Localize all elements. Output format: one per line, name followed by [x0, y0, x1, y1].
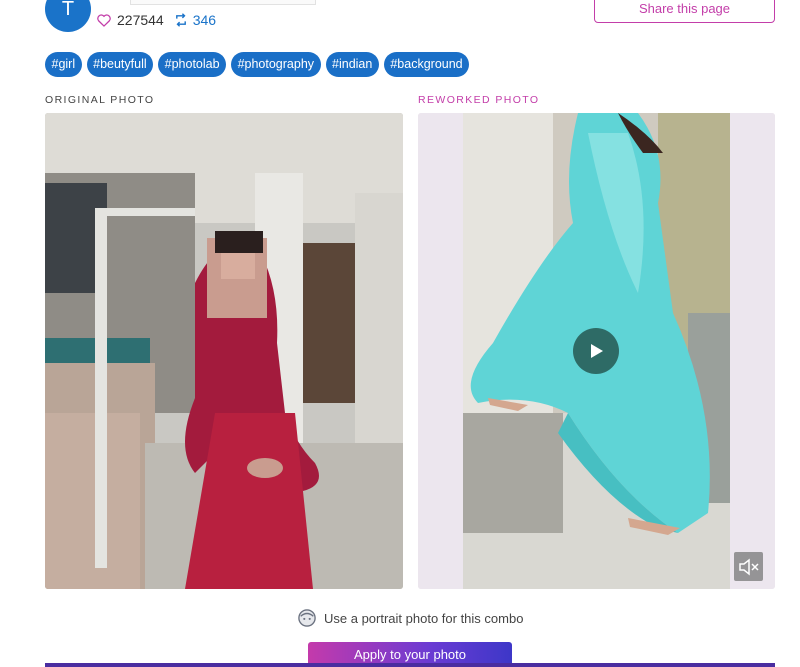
remix-count: 346 — [192, 12, 217, 28]
post-stats: 227544 346 — [96, 12, 216, 28]
tag-background[interactable]: #background — [383, 52, 470, 77]
heart-icon — [97, 14, 111, 27]
original-photo-label: ORIGINAL PHOTO — [45, 94, 155, 106]
face-icon — [298, 609, 316, 627]
tag-indian[interactable]: #indian — [325, 52, 379, 77]
share-button[interactable]: Share this page — [594, 0, 775, 23]
tag-list: #girl #beutyfull #photolab #photography … — [45, 52, 470, 77]
reworked-photo-label: REWORKED PHOTO — [418, 94, 540, 106]
mute-button[interactable] — [734, 552, 763, 581]
likes-stat[interactable]: 227544 — [96, 12, 164, 28]
likes-count: 227544 — [117, 12, 164, 28]
tag-beutyfull[interactable]: #beutyfull — [86, 52, 154, 77]
play-icon — [591, 344, 603, 358]
tag-photolab[interactable]: #photolab — [158, 52, 227, 77]
mute-icon — [738, 557, 759, 576]
remix-stat[interactable]: 346 — [174, 12, 216, 28]
play-button[interactable] — [573, 328, 619, 374]
portrait-hint: Use a portrait photo for this combo — [298, 609, 523, 627]
remix-icon — [175, 13, 186, 27]
avatar[interactable]: T — [45, 0, 91, 32]
top-edge-bar — [130, 0, 316, 5]
tag-girl[interactable]: #girl — [45, 52, 82, 77]
hint-text: Use a portrait photo for this combo — [324, 610, 524, 626]
avatar-letter: T — [61, 0, 75, 20]
original-photo — [45, 113, 403, 589]
tag-photography[interactable]: #photography — [231, 52, 321, 77]
bottom-divider — [45, 663, 775, 667]
